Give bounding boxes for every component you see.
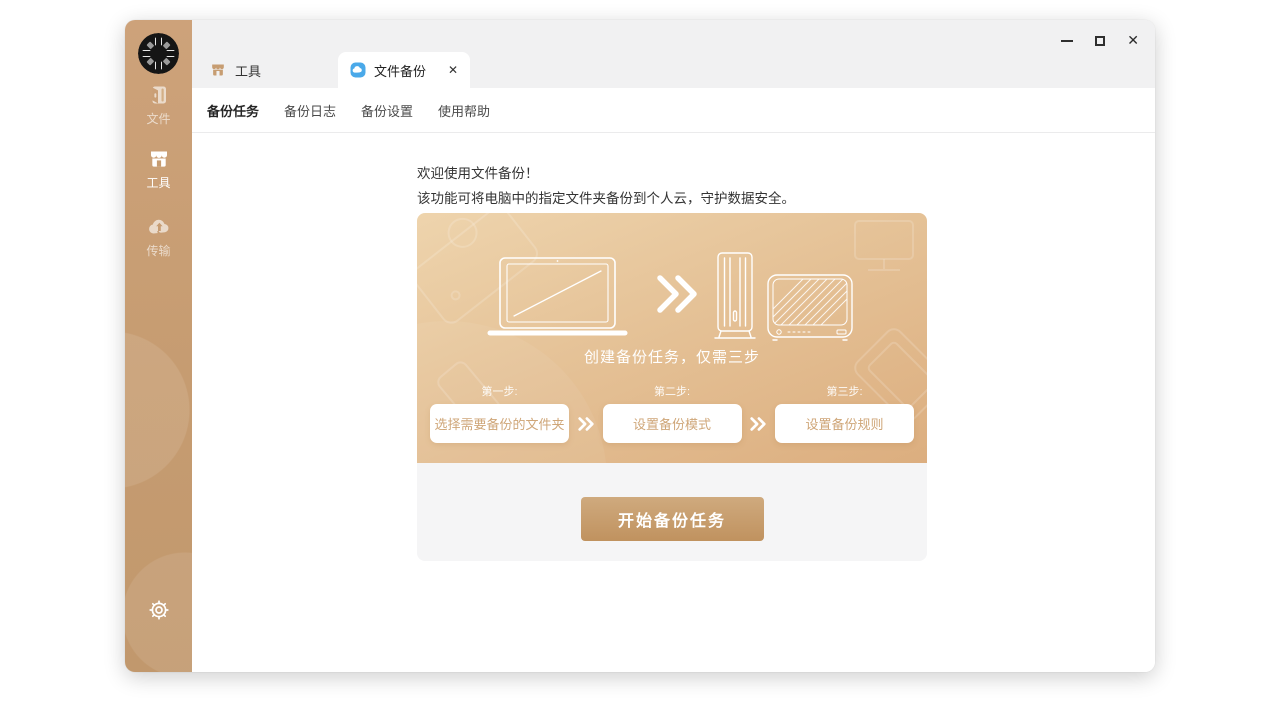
step-3: 第三步: 设置备份规则: [775, 383, 914, 443]
step-2-box[interactable]: 设置备份模式: [603, 404, 742, 443]
subnav: 备份任务 备份日志 备份设置 使用帮助: [192, 88, 1155, 133]
tab-tools[interactable]: 工具: [210, 58, 261, 82]
content-area: 欢迎使用文件备份！ 该功能可将电脑中的指定文件夹备份到个人云，守护数据安全。: [192, 133, 1155, 672]
screenshot-stage: 文件 工具 传输: [0, 0, 1280, 720]
app-window: 文件 工具 传输: [125, 20, 1155, 672]
window-controls: ✕: [1061, 34, 1139, 48]
step-3-label: 第三步:: [826, 383, 862, 396]
sidebar-item-tools[interactable]: 工具: [125, 148, 192, 191]
store-icon: [148, 148, 170, 170]
main-column: 工具 文件备份 ✕ ✕ 备份任务 备份日志: [192, 20, 1155, 672]
step-chevron-icon: [742, 404, 776, 443]
gear-icon: [147, 598, 171, 622]
maximize-button[interactable]: [1095, 34, 1105, 48]
welcome-subtitle: 该功能可将电脑中的指定文件夹备份到个人云，守护数据安全。: [417, 186, 795, 211]
subnav-item-backup-tasks[interactable]: 备份任务: [207, 101, 259, 120]
banner: 创建备份任务，仅需三步 第一步: 选择需要备份的文件夹: [417, 213, 927, 463]
step-1-box[interactable]: 选择需要备份的文件夹: [430, 404, 569, 443]
laptop-drawing: [490, 258, 625, 333]
backup-illustration: [417, 245, 927, 345]
subnav-item-help[interactable]: 使用帮助: [438, 101, 490, 120]
sidebar-item-transfer[interactable]: 传输: [125, 216, 192, 259]
minimize-button[interactable]: [1061, 34, 1073, 48]
action-panel: 开始备份任务: [417, 463, 927, 561]
tower-device-drawing: [715, 253, 755, 338]
sidebar-item-label: 文件: [146, 110, 170, 127]
backup-intro-card: 创建备份任务，仅需三步 第一步: 选择需要备份的文件夹: [417, 213, 927, 561]
step-3-box[interactable]: 设置备份规则: [775, 404, 914, 443]
step-2-label: 第二步:: [654, 383, 690, 396]
subnav-item-backup-logs[interactable]: 备份日志: [284, 101, 336, 120]
settings-button[interactable]: [125, 598, 192, 622]
store-tab-icon: [210, 62, 226, 78]
step-2: 第二步: 设置备份模式: [603, 383, 742, 443]
nas-device-drawing: [757, 275, 871, 340]
tab-label: 文件备份: [374, 61, 440, 80]
step-1-label: 第一步:: [481, 383, 517, 396]
tab-label: 工具: [235, 61, 261, 80]
transfer-cloud-icon: [147, 216, 171, 238]
avatar[interactable]: [138, 33, 179, 74]
file-backup-tab-icon: [350, 62, 366, 78]
subnav-item-backup-settings[interactable]: 备份设置: [361, 101, 413, 120]
start-backup-button[interactable]: 开始备份任务: [581, 497, 764, 541]
avatar-image: [138, 33, 179, 74]
step-chevron-icon: [569, 404, 603, 443]
titlebar: 工具 文件备份 ✕ ✕: [192, 20, 1155, 88]
sidebar-item-files[interactable]: 文件: [125, 84, 192, 127]
sidebar-item-label: 传输: [146, 242, 170, 259]
close-button[interactable]: ✕: [1127, 34, 1139, 48]
steps-row: 第一步: 选择需要备份的文件夹 第二步: 设置备份模式: [417, 383, 927, 443]
arrow-chevrons: [660, 278, 694, 310]
welcome-title: 欢迎使用文件备份！: [417, 161, 795, 186]
files-icon: [148, 84, 170, 106]
tab-file-backup[interactable]: 文件备份 ✕: [338, 52, 470, 88]
step-1: 第一步: 选择需要备份的文件夹: [430, 383, 569, 443]
sidebar: 文件 工具 传输: [125, 20, 192, 672]
banner-caption: 创建备份任务，仅需三步: [417, 346, 927, 367]
tab-close-icon[interactable]: ✕: [448, 64, 458, 76]
sidebar-item-label: 工具: [146, 174, 170, 191]
welcome-block: 欢迎使用文件备份！ 该功能可将电脑中的指定文件夹备份到个人云，守护数据安全。: [417, 161, 795, 211]
